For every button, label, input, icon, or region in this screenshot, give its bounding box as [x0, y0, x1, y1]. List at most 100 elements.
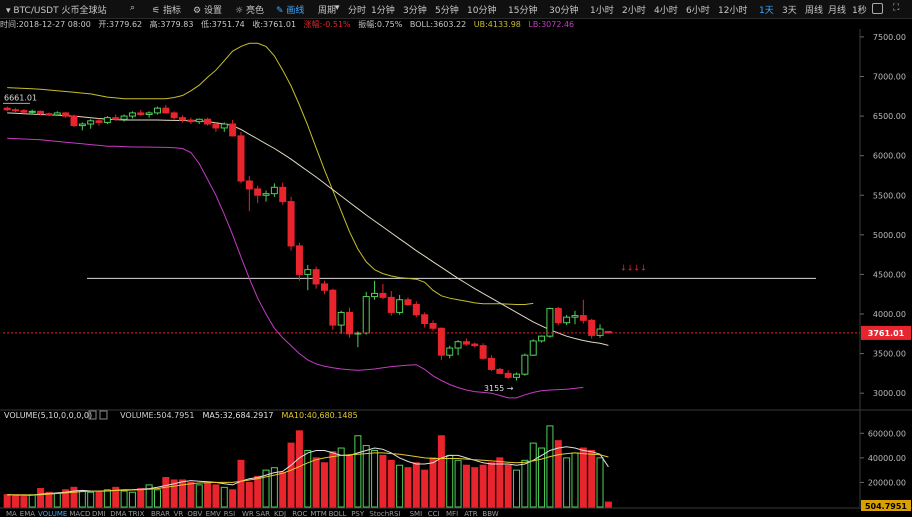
candle — [162, 107, 170, 114]
volume-bar — [229, 489, 237, 508]
volume-tick-label: 20000.00 — [868, 478, 906, 487]
candle — [204, 118, 212, 125]
boll-lower-line — [7, 137, 584, 399]
candle — [554, 307, 562, 324]
indicator-tab-ema[interactable]: EMA — [20, 510, 35, 517]
price-tick-label: 6000.00 — [873, 152, 906, 161]
price-tick-label: 4500.00 — [873, 270, 906, 279]
volume-bar — [362, 445, 370, 508]
candle — [579, 315, 587, 321]
candle — [103, 117, 111, 123]
volume-bar — [588, 449, 596, 508]
candle — [120, 115, 128, 120]
candle — [245, 180, 253, 190]
volume-bar — [371, 449, 379, 508]
volume-bar — [513, 469, 521, 508]
volume-bar — [53, 492, 61, 508]
volume-bar — [521, 459, 529, 508]
volume-bar — [346, 454, 354, 508]
indicator-tab-cci[interactable]: CCI — [428, 510, 440, 517]
indicator-tab-volume[interactable]: VOLUME — [38, 510, 67, 517]
candle — [170, 112, 178, 119]
down-arrows-annotation: ↓↓↓↓ — [620, 263, 647, 272]
indicator-tab-kdj[interactable]: KDJ — [274, 510, 286, 517]
indicator-tab-wr[interactable]: WR — [242, 510, 254, 517]
candle — [429, 323, 437, 329]
candle — [62, 112, 70, 117]
volume-bar — [12, 495, 20, 508]
volume-bar — [404, 467, 412, 508]
indicator-tab-mtm[interactable]: MTM — [310, 510, 326, 517]
volume-bar — [254, 475, 262, 508]
indicator-tab-smi[interactable]: SMI — [410, 510, 423, 517]
volume-bar — [396, 464, 404, 508]
volume-bar — [212, 484, 220, 508]
candle — [195, 118, 203, 123]
candle — [496, 368, 504, 374]
volume-bar — [237, 459, 245, 508]
candle — [87, 120, 95, 125]
price-tick-label: 7000.00 — [873, 73, 906, 82]
volume-bar — [162, 477, 170, 508]
candle — [53, 112, 61, 116]
candle — [529, 340, 537, 356]
indicator-tab-stochrsi[interactable]: StochRSI — [369, 510, 400, 517]
candle — [20, 110, 28, 113]
candle — [187, 119, 195, 123]
candle — [262, 193, 270, 196]
volume-bar — [103, 489, 111, 508]
candle — [437, 327, 445, 356]
candle — [346, 311, 354, 335]
volume-bar — [304, 449, 312, 508]
indicator-tab-trix[interactable]: TRIX — [127, 510, 144, 517]
volume-bar — [195, 484, 203, 508]
indicator-tab-roc[interactable]: ROC — [292, 510, 307, 517]
indicator-tab-vr[interactable]: VR — [174, 510, 184, 517]
candle — [329, 289, 337, 326]
candle — [421, 314, 429, 324]
indicator-tab-psy[interactable]: PSY — [351, 510, 365, 517]
volume-close-icon[interactable] — [99, 410, 108, 420]
volume-bar — [120, 490, 128, 508]
volume-bar — [245, 481, 253, 508]
indicator-tab-emv[interactable]: EMV — [206, 510, 221, 517]
volume-bar — [437, 435, 445, 508]
current-price-value: 3761.01 — [868, 329, 905, 338]
indicator-tab-sar[interactable]: SAR — [256, 510, 270, 517]
volume-legend-item: VOLUME:504.7951 — [120, 411, 194, 420]
candle — [538, 335, 546, 342]
candle — [487, 357, 495, 370]
indicator-tab-dmi[interactable]: DMI — [92, 510, 106, 517]
indicator-tab-atr[interactable]: ATR — [464, 510, 478, 517]
candle — [471, 343, 479, 347]
chart-canvas[interactable]: 3000.00 3500.00 4000.00 4500.00 5000.00 5500.… — [0, 0, 912, 517]
indicator-tab-brar[interactable]: BRAR — [151, 510, 170, 517]
candle — [295, 245, 303, 275]
volume-bar — [504, 464, 512, 508]
candle — [479, 345, 487, 359]
volume-bar — [87, 491, 95, 508]
candle — [312, 269, 320, 285]
indicator-tab-rsi[interactable]: RSI — [224, 510, 235, 517]
volume-bar — [28, 494, 36, 508]
candle — [563, 316, 571, 324]
volume-bar — [287, 442, 295, 508]
volume-bar — [312, 457, 320, 508]
candle — [279, 186, 287, 203]
volume-bar — [220, 486, 228, 508]
volume-bar — [187, 481, 195, 508]
candle — [179, 117, 187, 121]
candle — [145, 112, 153, 115]
volume-bar — [412, 462, 420, 508]
indicator-tab-obv[interactable]: OBV — [187, 510, 202, 517]
candle — [212, 123, 220, 129]
indicator-tab-ma[interactable]: MA — [6, 510, 17, 517]
indicator-tab-dma[interactable]: DMA — [110, 510, 126, 517]
indicator-tab-bbw[interactable]: BBW — [482, 510, 498, 517]
candle — [78, 123, 86, 127]
indicator-tab-boll[interactable]: BOLL — [329, 510, 347, 517]
candle — [128, 112, 136, 117]
indicator-tab-mfi[interactable]: MFI — [446, 510, 458, 517]
volume-bar — [354, 435, 362, 508]
indicator-tab-macd[interactable]: MACD — [69, 510, 90, 517]
